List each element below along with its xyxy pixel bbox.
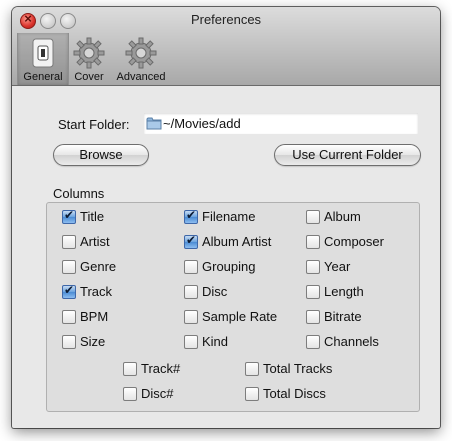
checkbox[interactable] [62, 282, 76, 299]
checkbox[interactable] [62, 260, 76, 274]
checkbox[interactable] [123, 387, 137, 401]
folder-icon [146, 117, 162, 130]
general-switch-icon [32, 38, 54, 68]
checkbox[interactable] [184, 260, 198, 274]
toolbar-item-general[interactable]: General [17, 33, 69, 85]
checkbox[interactable] [62, 235, 76, 249]
start-folder-path: ~/Movies/add [163, 116, 241, 131]
columns-group-title: Columns [53, 186, 105, 201]
columns-group: Title Filename Album Artist Album Artist… [46, 202, 420, 412]
checkbox[interactable] [62, 207, 76, 224]
checkbox[interactable] [306, 210, 320, 224]
checkbox[interactable] [184, 310, 198, 324]
checkbox[interactable] [245, 362, 259, 376]
checkbox[interactable] [306, 260, 320, 274]
checkbox[interactable] [306, 235, 320, 249]
checkbox[interactable] [123, 362, 137, 376]
toolbar-item-label: General [23, 71, 63, 83]
checkbox[interactable] [62, 310, 76, 324]
browse-button[interactable]: Browse [53, 144, 149, 166]
toolbar-item-advanced[interactable]: Advanced [111, 33, 171, 85]
toolbar-item-label: Advanced [116, 71, 166, 83]
preferences-window: Preferences General [12, 7, 440, 428]
toolbar: Preferences General [12, 7, 440, 86]
toolbar-item-label: Cover [74, 71, 104, 83]
gear-icon [125, 37, 157, 69]
window-title: Preferences [190, 12, 262, 27]
start-folder-field[interactable]: ~/Movies/add [144, 113, 418, 134]
checkbox[interactable] [306, 310, 320, 324]
use-current-folder-button[interactable]: Use Current Folder [274, 144, 421, 166]
checkbox[interactable] [184, 335, 198, 349]
checkbox[interactable] [306, 285, 320, 299]
start-folder-label: Start Folder: [58, 117, 130, 132]
general-pane: Start Folder: ~/Movies/add Browse Use Cu… [12, 86, 440, 428]
checkbox[interactable] [62, 335, 76, 349]
checkbox[interactable] [184, 285, 198, 299]
checkbox[interactable] [245, 387, 259, 401]
checkbox[interactable] [184, 207, 198, 224]
checkbox[interactable] [184, 232, 198, 249]
gear-icon [73, 37, 105, 69]
checkbox[interactable] [306, 335, 320, 349]
toolbar-item-cover[interactable]: Cover [70, 33, 108, 85]
